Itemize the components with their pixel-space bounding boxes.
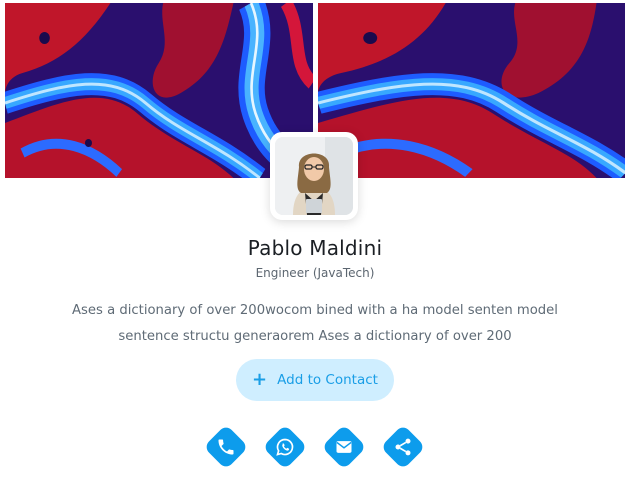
profile-role: Engineer (JavaTech) xyxy=(255,266,375,280)
cover-image-left xyxy=(5,3,313,178)
profile-bio: Ases a dictionary of over 200wocom bined… xyxy=(72,303,558,344)
whatsapp-button[interactable] xyxy=(262,424,308,470)
share-icon xyxy=(380,424,426,470)
profile-name: Pablo Maldini xyxy=(247,236,383,260)
avatar-photo xyxy=(275,137,353,215)
add-to-contact-label: Add to Contact xyxy=(277,372,378,388)
share-button[interactable] xyxy=(380,424,426,470)
cover-image-right xyxy=(317,3,625,178)
add-to-contact-button[interactable]: + Add to Contact xyxy=(236,359,394,401)
envelope-icon xyxy=(321,424,367,470)
phone-button[interactable] xyxy=(203,424,249,470)
contact-actions xyxy=(0,424,630,470)
plus-icon: + xyxy=(252,369,268,390)
email-button[interactable] xyxy=(321,424,367,470)
phone-icon xyxy=(203,424,249,470)
profile-avatar xyxy=(270,132,358,220)
whatsapp-icon xyxy=(262,424,308,470)
